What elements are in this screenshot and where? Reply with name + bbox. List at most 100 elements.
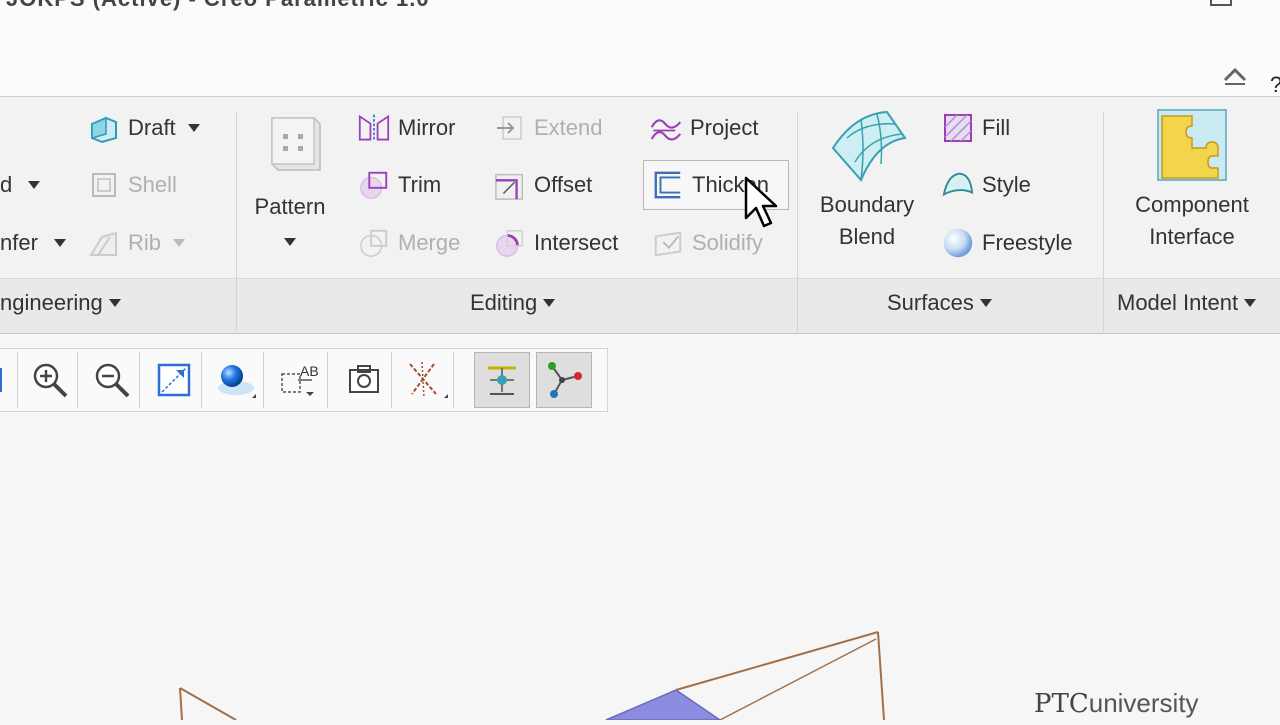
chamfer-label: nfer <box>0 230 38 255</box>
axis-display-toggle[interactable] <box>536 352 592 408</box>
intersect-label: Intersect <box>534 230 619 255</box>
editing-group-label[interactable]: Editing <box>470 288 556 318</box>
watermark-suffix: university <box>1088 688 1199 718</box>
offset-icon <box>494 169 526 201</box>
repaint-button[interactable] <box>146 352 202 408</box>
merge-label: Merge <box>398 230 461 255</box>
saved-views-icon <box>348 365 379 393</box>
annotation-display-button[interactable]: AB <box>272 352 328 408</box>
rib-icon <box>88 227 120 259</box>
style-icon <box>942 169 974 201</box>
fill-label: Fill <box>982 115 1011 140</box>
spin-center-icon <box>488 366 516 395</box>
offset-label: Offset <box>534 172 593 197</box>
ribbon-tab-strip: ? <box>0 20 1280 98</box>
title-bar: JOKPS (Active) - Creo Parametric 1.0 <box>0 0 1280 20</box>
merge-button[interactable]: Merge <box>358 223 460 263</box>
solidify-icon <box>652 227 684 259</box>
trim-icon <box>358 169 390 201</box>
group-separator <box>1103 112 1104 332</box>
component-interface-label-line2: Interface <box>1149 224 1235 249</box>
draft-button[interactable]: Draft <box>88 108 200 148</box>
round-button[interactable]: d <box>0 165 41 205</box>
axis-display-icon <box>548 362 582 398</box>
rib-label: Rib <box>128 230 162 255</box>
model-intent-group-label[interactable]: Model Intent <box>1117 288 1257 318</box>
pattern-button[interactable]: Pattern <box>248 112 332 255</box>
repaint-icon <box>157 363 190 397</box>
chevron-down-icon[interactable] <box>284 238 296 246</box>
refit-icon <box>0 368 2 392</box>
boundary-blend-icon <box>831 110 907 182</box>
display-style-button[interactable] <box>208 352 264 408</box>
chamfer-button[interactable]: nfer <box>0 223 66 263</box>
project-label: Project <box>690 115 759 140</box>
ribbon-group-labels <box>0 278 1280 334</box>
draft-icon <box>88 112 120 144</box>
thicken-icon <box>652 169 684 201</box>
freestyle-icon <box>942 227 974 259</box>
mirror-label: Mirror <box>398 115 456 140</box>
spin-center-toggle[interactable] <box>474 352 530 408</box>
shell-icon <box>88 169 120 201</box>
extend-label: Extend <box>534 115 603 140</box>
pattern-label: Pattern <box>254 194 326 219</box>
watermark-brand: PTC <box>1034 689 1089 719</box>
project-icon <box>650 112 682 144</box>
zoom-in-icon <box>33 363 67 398</box>
display-style-icon <box>217 365 256 398</box>
svg-text:AB: AB <box>300 363 319 379</box>
ptc-university-watermark: PTCuniversity <box>1034 688 1199 719</box>
shell-label: Shell <box>128 172 177 197</box>
trim-button[interactable]: Trim <box>358 165 441 205</box>
round-label: d <box>0 172 13 197</box>
intersect-button[interactable]: Intersect <box>494 223 618 263</box>
annotation-icon: AB <box>280 363 319 396</box>
freestyle-label: Freestyle <box>982 230 1073 255</box>
chevron-down-icon <box>108 299 121 307</box>
surfaces-group-label[interactable]: Surfaces <box>887 288 992 318</box>
chevron-down-icon <box>543 299 556 307</box>
engineering-group-label[interactable]: ngineering <box>0 288 121 318</box>
group-separator <box>797 112 798 332</box>
chevron-down-icon <box>1244 299 1257 307</box>
zoom-out-button[interactable] <box>84 352 140 408</box>
refit-button[interactable] <box>0 352 18 408</box>
chevron-down-icon[interactable] <box>187 124 200 132</box>
zoom-in-button[interactable] <box>22 352 78 408</box>
mirror-button[interactable]: Mirror <box>358 108 455 148</box>
style-label: Style <box>982 172 1031 197</box>
boundary-blend-label-line1: Boundary <box>819 192 915 217</box>
component-interface-label-line1: Component <box>1135 192 1249 217</box>
boundary-blend-label-line2: Blend <box>838 224 896 249</box>
rib-button[interactable]: Rib <box>88 223 186 263</box>
fill-button[interactable]: Fill <box>942 108 1010 148</box>
restore-window-button[interactable] <box>1210 0 1232 6</box>
mouse-cursor-icon <box>744 176 778 228</box>
style-button[interactable]: Style <box>942 165 1031 205</box>
freestyle-button[interactable]: Freestyle <box>942 223 1072 263</box>
chevron-down-icon[interactable] <box>53 239 66 247</box>
graphics-viewport[interactable] <box>0 413 1280 721</box>
zoom-out-icon <box>95 363 129 398</box>
extend-button[interactable]: Extend <box>494 108 603 148</box>
fill-icon <box>942 112 974 144</box>
boundary-blend-button[interactable]: Boundary Blend <box>808 108 926 253</box>
collapse-ribbon-icon[interactable] <box>1222 66 1248 86</box>
extend-icon <box>494 112 526 144</box>
solidify-label: Solidify <box>692 230 763 255</box>
trim-label: Trim <box>398 172 442 197</box>
datum-display-button[interactable] <box>398 352 454 408</box>
shell-button[interactable]: Shell <box>88 165 177 205</box>
draft-label: Draft <box>128 115 176 140</box>
component-interface-button[interactable]: Component Interface <box>1124 108 1260 253</box>
offset-button[interactable]: Offset <box>494 165 592 205</box>
saved-views-button[interactable] <box>336 352 392 408</box>
project-button[interactable]: Project <box>650 108 758 148</box>
chevron-down-icon[interactable] <box>28 181 41 189</box>
group-separator <box>236 112 237 332</box>
mirror-icon <box>358 112 390 144</box>
chevron-down-icon[interactable] <box>173 239 186 247</box>
help-icon[interactable]: ? <box>1270 72 1280 98</box>
chevron-down-icon <box>979 299 992 307</box>
